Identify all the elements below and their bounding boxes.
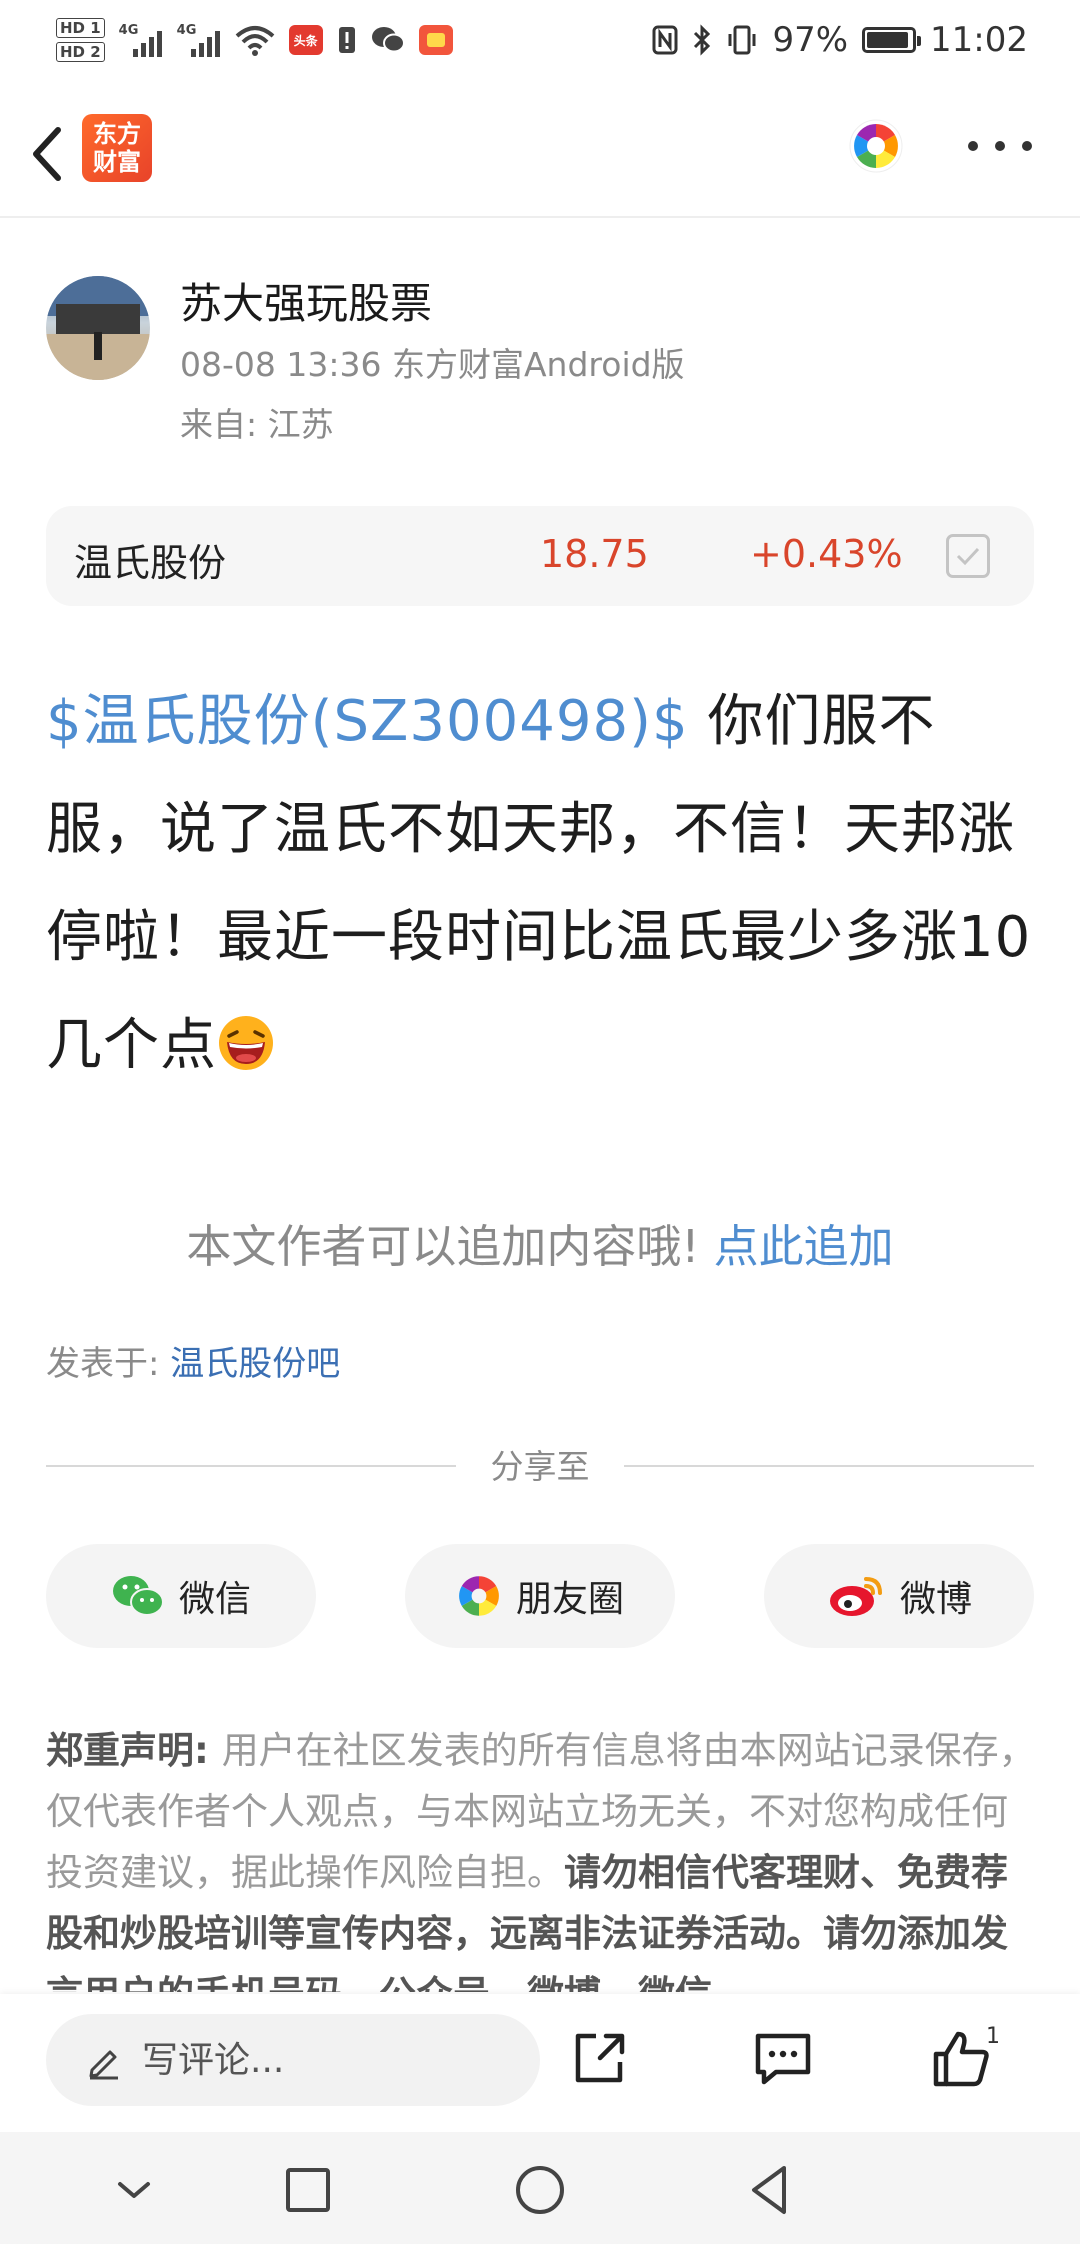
wifi-icon: [235, 26, 274, 56]
add-watchlist-checkbox[interactable]: [946, 534, 990, 578]
status-right-icons: 97% 11:02: [652, 10, 1028, 70]
stock-change: +0.43%: [750, 532, 903, 576]
eastmoney-logo[interactable]: 东方 财富: [82, 114, 152, 182]
more-options-icon[interactable]: [968, 126, 1032, 166]
bluetooth-icon: [694, 24, 711, 56]
toutiao-icon: 头条: [288, 25, 323, 55]
hd1-badge: HD 1: [56, 18, 105, 38]
signal-icon-1: 4G: [119, 23, 163, 57]
stock-bar-link[interactable]: 温氏股份吧: [170, 1344, 340, 1384]
stock-quote-card[interactable]: 温氏股份 18.75 +0.43%: [46, 506, 1034, 606]
share-wechat-label: 微信: [178, 1579, 251, 1620]
stock-tag-link[interactable]: $温氏股份(SZ300498)$: [46, 689, 689, 754]
wechat-status-icon: [371, 27, 405, 53]
comment-icon[interactable]: [752, 2028, 814, 2090]
posted-in: 发表于: 温氏股份吧: [46, 1336, 340, 1385]
author-avatar[interactable]: [46, 276, 150, 380]
append-prompt-text: 本文作者可以追加内容哦!: [186, 1220, 700, 1273]
post-location: 来自: 江苏: [180, 405, 334, 444]
posted-in-label: 发表于:: [46, 1344, 171, 1384]
disclaimer-heading: 郑重声明:: [46, 1729, 222, 1772]
append-content-prompt: 本文作者可以追加内容哦! 点此追加: [0, 1210, 1080, 1275]
disclaimer: 郑重声明: 用户在社区发表的所有信息将由本网站记录保存，仅代表作者个人观点，与本…: [46, 1720, 1036, 1992]
share-wechat-button[interactable]: 微信: [46, 1544, 316, 1648]
hd-indicators: HD 1 HD 2: [56, 18, 105, 62]
share-weibo-button[interactable]: 微博: [764, 1544, 1034, 1648]
alert-icon: [338, 27, 355, 53]
battery-percent: 97%: [772, 20, 849, 60]
system-nav-bar: [0, 2132, 1080, 2244]
check-icon: [956, 547, 980, 566]
append-link[interactable]: 点此追加: [714, 1220, 894, 1273]
nfc-icon: [652, 25, 678, 55]
laughing-emoji-icon: [219, 1016, 273, 1070]
share-weibo-label: 微博: [899, 1579, 972, 1620]
moments-icon: [459, 1576, 499, 1616]
app-status-icon: [418, 25, 453, 55]
logo-line-1: 东方: [93, 120, 141, 148]
share-moments-label: 朋友圈: [515, 1579, 624, 1620]
status-bar: HD 1 HD 2 4G 4G 头条 97% 11:02: [0, 0, 1080, 84]
back-arrow-icon[interactable]: [20, 114, 80, 194]
app-header: 东方 财富: [0, 84, 1080, 218]
post-content: $温氏股份(SZ300498)$ 你们服不服，说了温氏不如天邦，不信！天邦涨停啦…: [46, 668, 1036, 1100]
nav-home-icon[interactable]: [510, 2160, 570, 2220]
vibrate-icon: [728, 25, 756, 55]
nav-recents-icon[interactable]: [278, 2160, 338, 2220]
status-left-icons: HD 1 HD 2 4G 4G 头条: [56, 10, 453, 70]
share-divider: 分享至: [46, 1440, 1034, 1490]
signal-icon-2: 4G: [177, 23, 221, 57]
wechat-icon: [112, 1576, 164, 1616]
bottom-action-bar: 1: [0, 1994, 1080, 2132]
toutiao-badge-text: 头条: [293, 33, 318, 48]
hd2-badge: HD 2: [56, 42, 105, 62]
share-icon[interactable]: [568, 2028, 630, 2090]
post-meta: 08-08 13:36 东方财富Android版: [180, 345, 685, 384]
share-moments-button[interactable]: 朋友圈: [405, 1544, 675, 1648]
author-name[interactable]: 苏大强玩股票: [180, 270, 432, 331]
comment-input[interactable]: [140, 2038, 504, 2082]
pencil-icon: [89, 2050, 118, 2080]
weibo-icon: [829, 1577, 882, 1616]
nav-collapse-icon[interactable]: [104, 2160, 164, 2220]
comment-box[interactable]: [46, 2014, 540, 2106]
like-count: 1: [986, 2024, 1000, 2049]
logo-line-2: 财富: [93, 148, 141, 176]
stock-name: 温氏股份: [74, 541, 227, 585]
nav-back-icon[interactable]: [740, 2160, 800, 2220]
battery-icon: [862, 27, 922, 53]
share-title: 分享至: [490, 1447, 590, 1486]
moments-pinwheel-icon[interactable]: [848, 118, 904, 174]
like-thumb-icon[interactable]: [930, 2028, 992, 2090]
clock: 11:02: [930, 20, 1028, 60]
stock-price: 18.75: [540, 532, 649, 576]
